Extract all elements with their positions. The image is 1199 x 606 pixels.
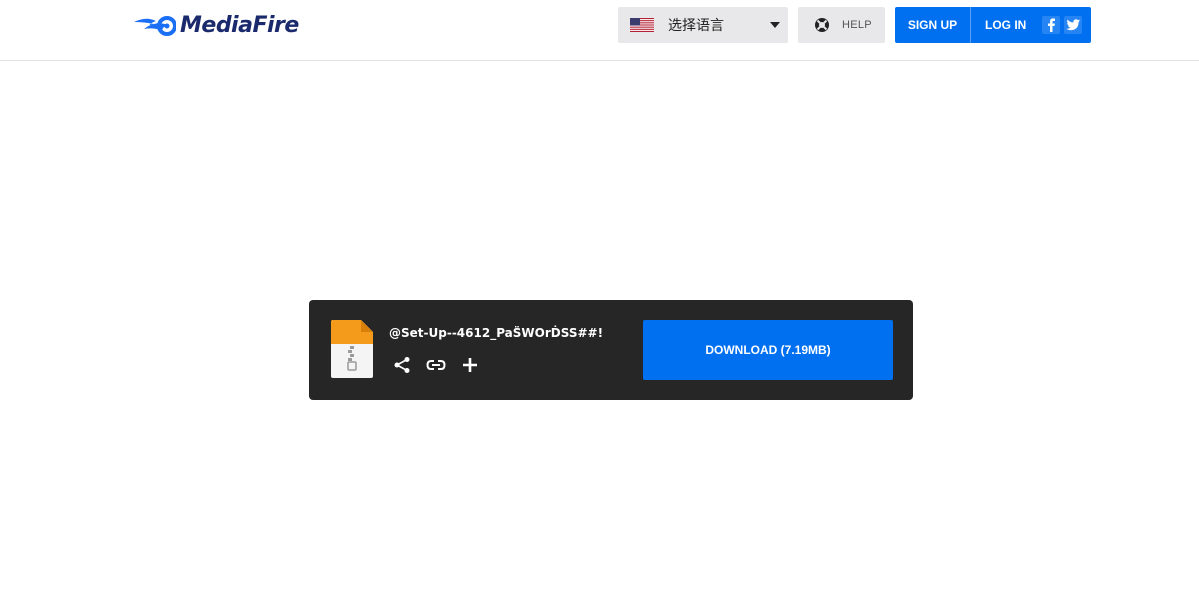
plus-icon[interactable]	[459, 354, 481, 376]
help-label: HELP	[842, 19, 872, 31]
flame-logo-icon	[134, 16, 176, 36]
file-name: @Set-Up--4612_PaS̈WOrḊSS##!	[389, 326, 604, 340]
download-button[interactable]: DOWNLOAD (7.19MB)	[643, 320, 893, 380]
link-icon[interactable]	[425, 354, 447, 376]
twitter-icon[interactable]	[1064, 16, 1083, 34]
top-header: MediaFire 选择语言 HELP SIGN UP LOG IN	[0, 0, 1199, 61]
help-button[interactable]: HELP	[798, 7, 885, 43]
share-icon[interactable]	[391, 354, 413, 376]
chevron-down-icon	[770, 22, 780, 28]
login-label: LOG IN	[985, 18, 1027, 32]
mediafire-logo[interactable]: MediaFire	[132, 10, 299, 40]
signup-button[interactable]: SIGN UP	[895, 7, 970, 43]
auth-buttons: SIGN UP LOG IN	[895, 7, 1091, 43]
facebook-icon[interactable]	[1042, 16, 1061, 34]
file-actions	[391, 354, 481, 376]
social-login	[1042, 16, 1083, 34]
logo-text: MediaFire	[180, 12, 299, 38]
us-flag-icon	[630, 18, 654, 32]
login-button[interactable]: LOG IN	[971, 7, 1083, 43]
language-select[interactable]: 选择语言	[618, 7, 788, 43]
file-download-card: @Set-Up--4612_PaS̈WOrḊSS##! DOWNLOAD (7.…	[309, 300, 913, 400]
zip-file-icon	[331, 320, 373, 378]
language-label: 选择语言	[668, 18, 724, 34]
lifebuoy-icon	[815, 18, 829, 32]
